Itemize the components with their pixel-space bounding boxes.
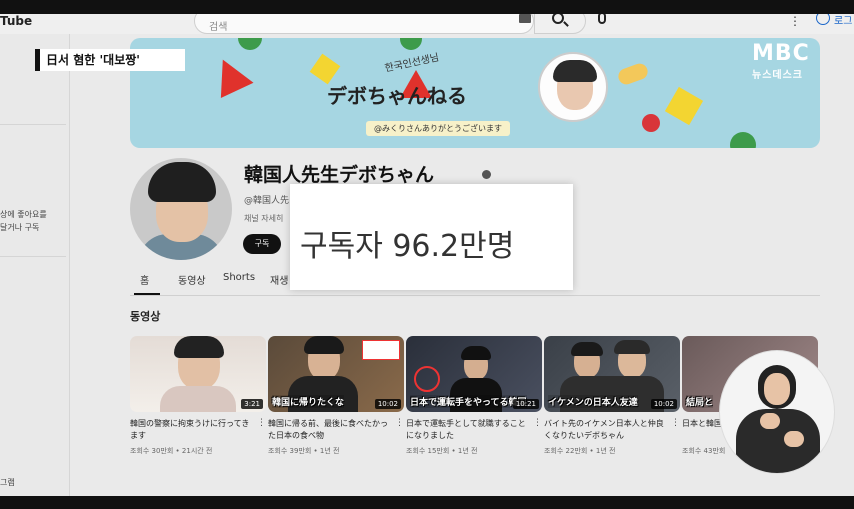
tab-home[interactable]: 홈 (140, 272, 149, 287)
thumbnail-caption: 韓国に帰りたくな (272, 395, 345, 408)
video-meta: 조회수 30만회 • 21시간 전 (130, 447, 213, 455)
video-thumbnail[interactable]: イケメンの日本人友達 10:02 (544, 336, 680, 412)
broadcast-letterbox-bottom (0, 496, 854, 509)
banner-decoration (238, 38, 262, 50)
channel-handle: @韓国人先 (244, 196, 290, 206)
subscriber-count-callout: 구독자 96.2만명 (290, 184, 573, 290)
hand-icon (616, 61, 650, 87)
tab-shorts[interactable]: Shorts (223, 272, 255, 283)
broadcaster-name: MBC (752, 41, 810, 66)
search-icon[interactable] (552, 14, 564, 24)
video-menu-icon[interactable]: ⋮ (257, 418, 266, 428)
rose-icon (642, 114, 660, 132)
banner-tag: @みくりさんありがとうございます (366, 121, 510, 136)
banner-decoration (400, 38, 422, 50)
thumbnail-caption: 日本で運転手をやってる韓国 (410, 395, 527, 408)
video-meta: 조회수 15만회 • 1년 전 (406, 447, 478, 455)
section-title[interactable]: 동영상 (130, 308, 160, 324)
video-duration: 10:21 (512, 399, 539, 409)
video-card[interactable]: 3:21 韓国の警察に拘束うけに行ってきます 조회수 30만회 • 21시간 전… (130, 336, 266, 456)
subscribe-button[interactable]: 구독 (243, 234, 281, 254)
sidebar-divider (0, 124, 66, 125)
youtube-header: Tube 검색 ⋮ 로그 (0, 14, 854, 34)
broadcast-letterbox-top (0, 0, 854, 14)
video-meta: 조회수 39만회 • 1년 전 (268, 447, 340, 455)
banner-decoration (664, 86, 704, 126)
video-card[interactable]: 韓国に帰りたくな 10:02 韓国に帰る前、最後に食べたかった日本の食べ物 조회… (268, 336, 404, 456)
video-meta: 조회수 22만회 • 1년 전 (544, 447, 616, 455)
search-input[interactable]: 검색 (194, 14, 534, 34)
video-duration: 10:02 (374, 399, 401, 409)
video-title[interactable]: 韓国の警察に拘束うけに行ってきます (130, 418, 256, 442)
more-options-icon[interactable]: ⋮ (789, 14, 801, 28)
channel-name: 韓国人先生デボちゃん (244, 164, 435, 186)
banner-title: デボちゃんねる (327, 84, 467, 108)
video-thumbnail[interactable]: 韓国に帰りたくな 10:02 (268, 336, 404, 412)
thumbnail-caption: イケメンの日本人友達 (548, 395, 638, 408)
subscriber-count: 구독자 96.2만명 (300, 229, 515, 264)
channel-avatar[interactable] (130, 158, 232, 260)
youtube-logo[interactable]: Tube (0, 14, 32, 28)
sidebar-divider (0, 256, 66, 257)
tab-videos[interactable]: 동영상 (178, 272, 206, 287)
video-title[interactable]: 韓国に帰る前、最後に食べたかった日本の食べ物 (268, 418, 394, 442)
account-icon[interactable] (816, 14, 830, 25)
keyboard-icon[interactable] (519, 14, 531, 23)
video-menu-icon[interactable]: ⋮ (533, 418, 542, 428)
video-title[interactable]: バイト先のイケメン日本人と仲良くなりたいデボちゃん (544, 418, 670, 442)
microphone-icon[interactable] (598, 14, 606, 24)
channel-description-link[interactable]: 채널 자세히 (244, 213, 283, 224)
video-card[interactable]: 日本で運転手をやってる韓国 10:21 日本で運転手として就職することになりまし… (406, 336, 542, 456)
video-thumbnail[interactable]: 3:21 (130, 336, 266, 412)
channel-banner: 한국인선생님 デボちゃんねる @みくりさんありがとうございます (130, 38, 820, 148)
broadcaster-program: 뉴스데스크 (752, 70, 803, 81)
tab-playlists[interactable]: 재생 (270, 272, 288, 287)
sidebar-text: 달거나 구독 (0, 223, 40, 232)
video-title[interactable]: 日本で運転手として就職することになりました (406, 418, 532, 442)
thumbnail-caption: 結局と (686, 395, 714, 408)
sidebar-text: 상에 좋아요를 (0, 210, 47, 219)
banner-decoration (730, 132, 756, 148)
sidebar: 상에 좋아요를 달거나 구독 그램 (0, 34, 70, 496)
video-card[interactable]: イケメンの日本人友達 10:02 バイト先のイケメン日本人と仲良くなりたいデボち… (544, 336, 680, 456)
sign-language-interpreter (719, 350, 835, 474)
banner-avatar (538, 52, 608, 122)
video-thumbnail[interactable]: 日本で運転手をやってる韓国 10:21 (406, 336, 542, 412)
tabs-divider (130, 295, 820, 296)
video-duration: 3:21 (241, 399, 263, 409)
news-headline: 日서 혐한 '대보짱' (35, 49, 185, 71)
video-menu-icon[interactable]: ⋮ (395, 418, 404, 428)
banner-decoration (206, 51, 254, 99)
signin-button-label[interactable]: 로그 (834, 14, 852, 27)
video-duration: 10:02 (650, 399, 677, 409)
verified-icon (482, 170, 491, 179)
broadcaster-logo: MBC 뉴스데스크 (752, 41, 826, 82)
sidebar-item-label[interactable]: 그램 (0, 476, 15, 489)
video-menu-icon[interactable]: ⋮ (671, 418, 680, 428)
